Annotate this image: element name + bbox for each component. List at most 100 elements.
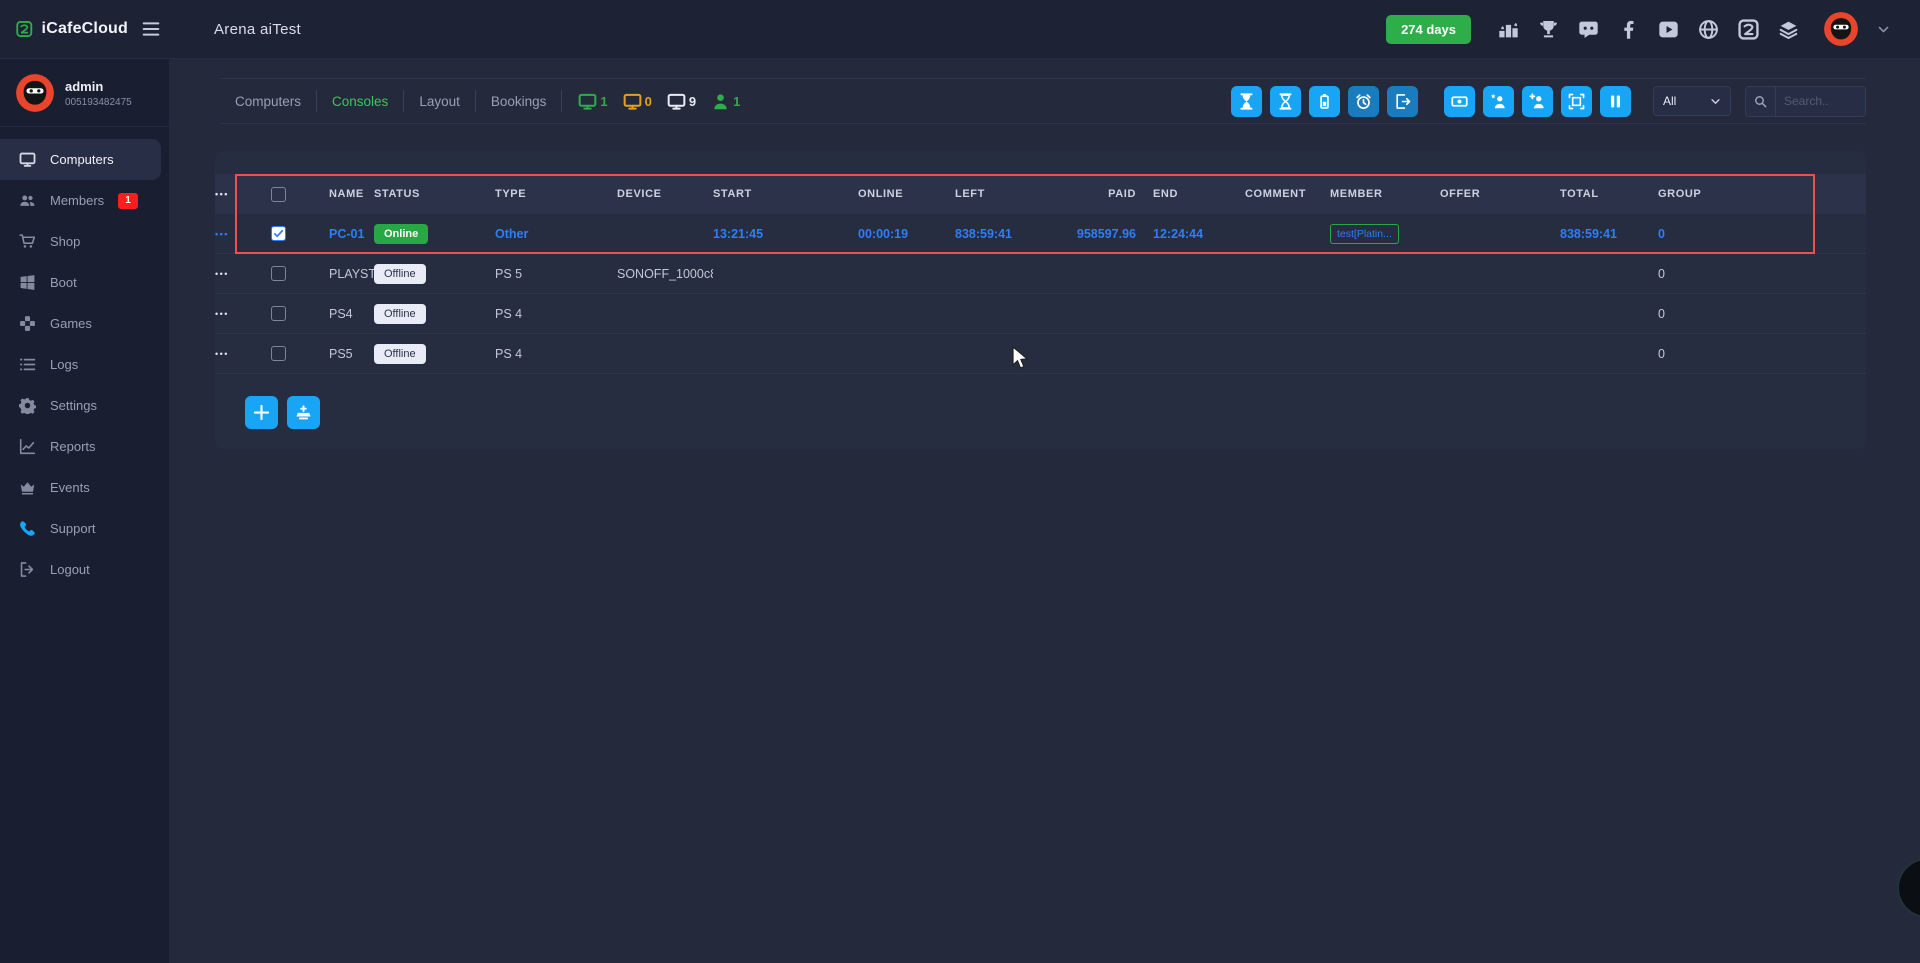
cell-type: Other: [495, 227, 617, 241]
monitor-plus-icon: [295, 404, 312, 421]
sign-out-button[interactable]: [1387, 86, 1418, 117]
ninja-avatar-icon: [1824, 12, 1858, 46]
row-menu-glyph[interactable]: •••: [215, 189, 271, 199]
brand[interactable]: iCafeCloud: [16, 16, 128, 42]
column-header-end: END: [1153, 188, 1245, 200]
user-avatar[interactable]: [1824, 12, 1858, 46]
search-input[interactable]: [1776, 94, 1865, 108]
discord-icon[interactable]: [1578, 19, 1599, 40]
select-all-checkbox[interactable]: [271, 187, 286, 202]
battery-button[interactable]: [1309, 86, 1340, 117]
tab-computers[interactable]: Computers: [220, 94, 316, 109]
ranking-icon[interactable]: [1498, 19, 1519, 40]
column-header-start: START: [713, 188, 858, 200]
layers-icon[interactable]: [1778, 19, 1799, 40]
status-badge: Offline: [374, 304, 426, 324]
hourglass-button[interactable]: [1270, 86, 1301, 117]
user-plus-button[interactable]: [1522, 86, 1553, 117]
sidebar-item-games[interactable]: Games: [0, 303, 161, 344]
ninja-avatar-icon: [16, 74, 54, 112]
row-menu-button[interactable]: •••: [215, 349, 271, 359]
cell-status: Offline: [374, 264, 495, 284]
hourglass-filled-icon: [1238, 93, 1255, 110]
tab-layout[interactable]: Layout: [404, 94, 475, 109]
crown-icon: [19, 479, 36, 496]
sidebar-item-boot[interactable]: Boot: [0, 262, 161, 303]
column-header-comment: COMMENT: [1245, 188, 1330, 200]
filter-select[interactable]: All: [1653, 86, 1731, 116]
table-row[interactable]: •••PC-01OnlineOther13:21:4500:00:19838:5…: [215, 214, 1866, 254]
row-checkbox[interactable]: [271, 346, 286, 361]
icafe-icon[interactable]: [1738, 19, 1759, 40]
hourglass-icon: [1277, 93, 1294, 110]
cell-group: 0: [1658, 347, 1755, 361]
cell-online: 00:00:19: [858, 227, 955, 241]
cell-type: PS 4: [495, 347, 617, 361]
sidebar-item-shop[interactable]: Shop: [0, 221, 161, 262]
sidebar-item-members[interactable]: Members1: [0, 180, 161, 221]
row-checkbox[interactable]: [271, 266, 286, 281]
row-menu-button[interactable]: •••: [215, 309, 271, 319]
subscription-days-badge[interactable]: 274 days: [1386, 15, 1471, 44]
topbar: iCafeCloud Arena aiTest 274 days: [0, 0, 1920, 59]
phone-icon: [19, 520, 36, 537]
facebook-icon[interactable]: [1618, 19, 1639, 40]
hamburger-menu-icon[interactable]: [140, 20, 162, 38]
member-chip[interactable]: test[Platin...: [1330, 224, 1399, 244]
cash-icon: [1451, 93, 1468, 110]
add-button[interactable]: [245, 396, 278, 429]
cell-name: PS4: [329, 307, 374, 321]
table-row[interactable]: •••PS4OfflinePS 40: [215, 294, 1866, 334]
sidebar-item-reports[interactable]: Reports: [0, 426, 161, 467]
sidebar-avatar[interactable]: [16, 74, 54, 112]
counter-monitor[interactable]: 9: [667, 92, 696, 111]
sidebar-item-logout[interactable]: Logout: [0, 549, 161, 590]
sidebar-item-logs[interactable]: Logs: [0, 344, 161, 385]
alarm-icon: [1355, 93, 1372, 110]
sidebar-item-events[interactable]: Events: [0, 467, 161, 508]
add-device-button[interactable]: [287, 396, 320, 429]
tab-bookings[interactable]: Bookings: [476, 94, 562, 109]
hourglass-filled-button[interactable]: [1231, 86, 1262, 117]
tab-consoles[interactable]: Consoles: [317, 94, 403, 109]
monitor-icon: [578, 92, 597, 111]
sidebar-item-label: Logs: [50, 357, 78, 372]
sidebar-item-label: Support: [50, 521, 96, 536]
column-header-group: GROUP: [1658, 188, 1755, 200]
table-row[interactable]: •••PS5OfflinePS 40: [215, 334, 1866, 374]
cell-status: Offline: [374, 304, 495, 324]
trophy-icon[interactable]: [1538, 19, 1559, 40]
counter-monitor[interactable]: 0: [623, 92, 652, 111]
cell-member: test[Platin...: [1330, 224, 1440, 244]
pause-button[interactable]: [1600, 86, 1631, 117]
column-header-device: DEVICE: [617, 188, 713, 200]
cell-status: Offline: [374, 344, 495, 364]
sidebar-item-label: Shop: [50, 234, 80, 249]
youtube-icon[interactable]: [1658, 19, 1679, 40]
row-menu-button[interactable]: •••: [215, 229, 271, 239]
search-icon: [1754, 95, 1767, 108]
sidebar-item-support[interactable]: Support: [0, 508, 161, 549]
chart-icon: [19, 438, 36, 455]
cell-status: Online: [374, 224, 495, 244]
row-checkbox[interactable]: [271, 226, 286, 241]
counter-user[interactable]: 1: [711, 92, 740, 111]
globe-icon[interactable]: [1698, 19, 1719, 40]
row-checkbox[interactable]: [271, 306, 286, 321]
counter-monitor[interactable]: 1: [578, 92, 607, 111]
cash-button[interactable]: [1444, 86, 1475, 117]
column-header-member: MEMBER: [1330, 188, 1440, 200]
chevron-down-icon[interactable]: [1877, 23, 1890, 36]
sidebar-item-settings[interactable]: Settings: [0, 385, 161, 426]
status-counters: 1091: [578, 92, 740, 111]
table-row[interactable]: •••PLAYSTATIONOfflinePS 5SONOFF_1000c81a…: [215, 254, 1866, 294]
cell-start: 13:21:45: [713, 227, 858, 241]
scan-button[interactable]: [1561, 86, 1592, 117]
card-actions: [245, 396, 1866, 429]
user-star-button[interactable]: [1483, 86, 1514, 117]
row-menu-button[interactable]: •••: [215, 269, 271, 279]
sidebar-item-computers[interactable]: Computers: [0, 139, 161, 180]
alarm-button[interactable]: [1348, 86, 1379, 117]
sidebar-item-label: Events: [50, 480, 90, 495]
chevron-down-icon: [1710, 96, 1721, 107]
